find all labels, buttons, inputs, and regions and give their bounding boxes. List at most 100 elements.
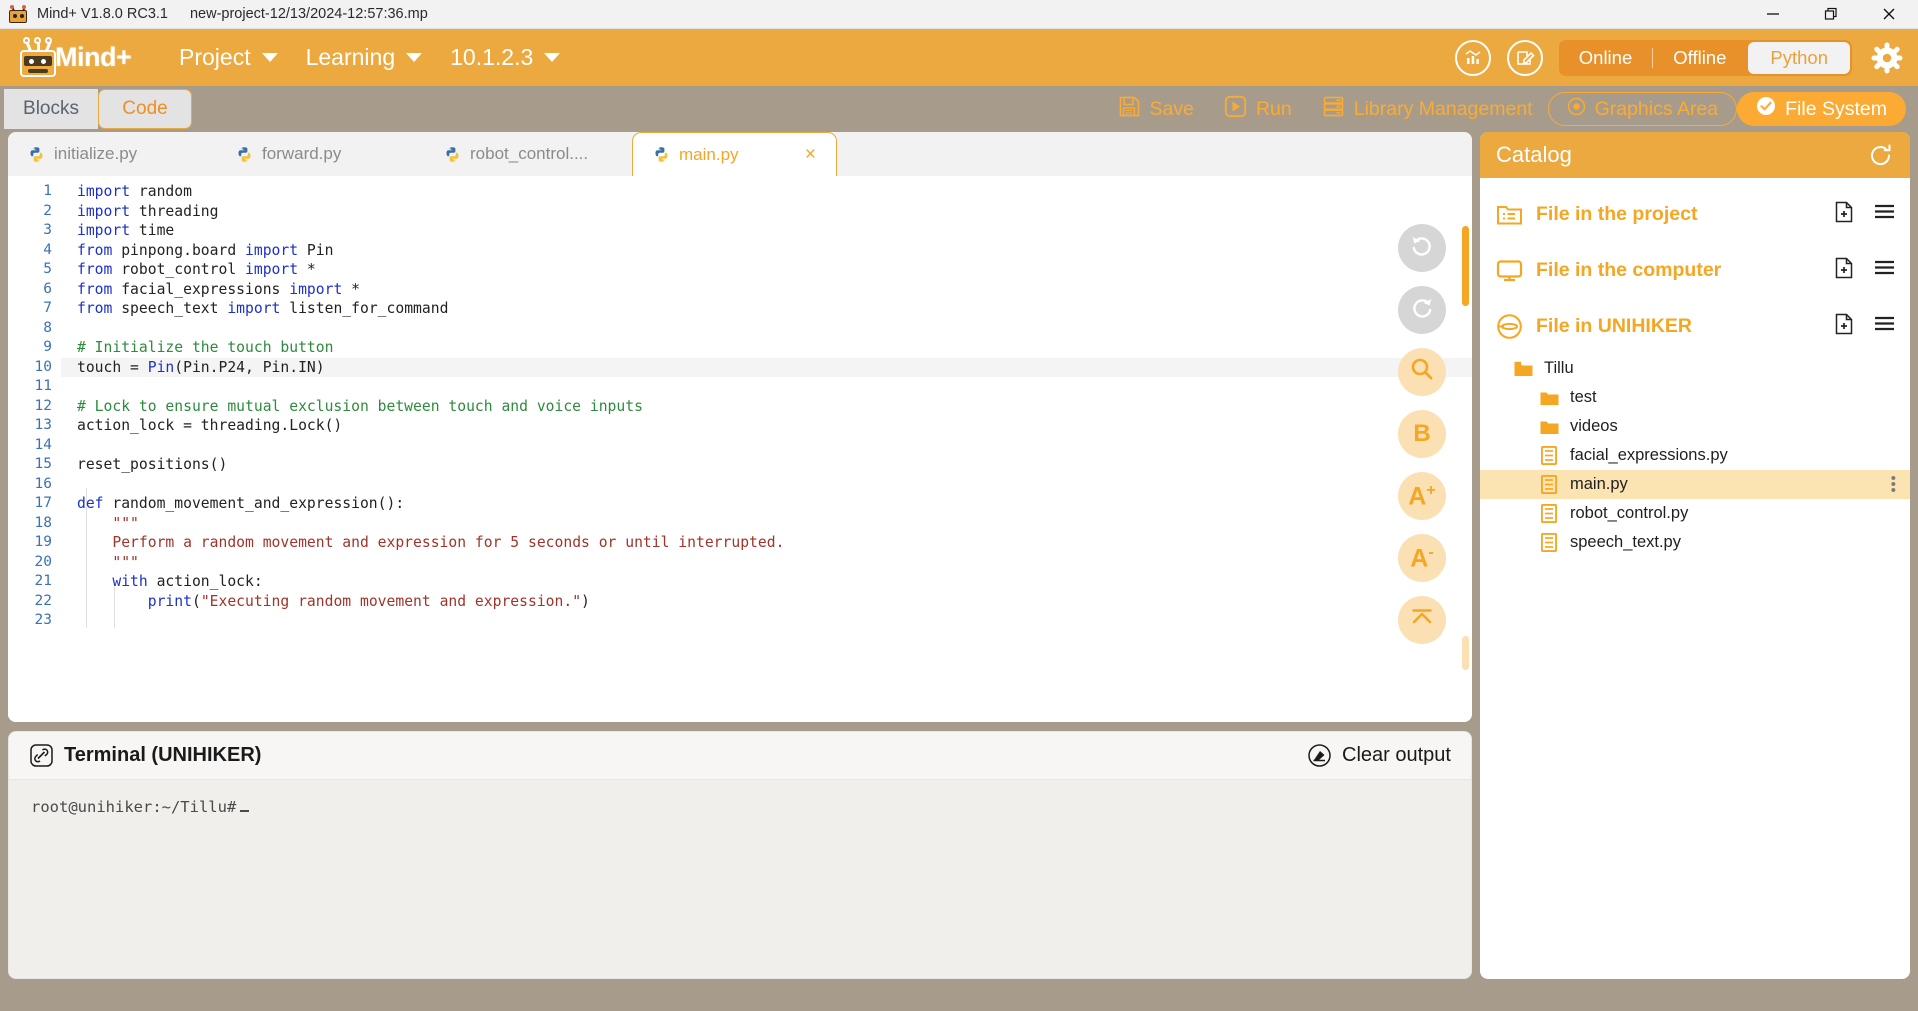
restore-button[interactable] — [1802, 0, 1860, 29]
line-number: 12 — [34, 397, 52, 414]
close-button[interactable] — [1860, 0, 1918, 29]
connection-mode-group: Online Offline Python — [1558, 39, 1852, 76]
code-line[interactable]: touch = Pin(Pin.P24, Pin.IN) — [61, 357, 1472, 377]
code-line[interactable]: from facial_expressions import * — [61, 280, 1472, 300]
catalog-group-file-in-the-computer[interactable]: File in the computer — [1480, 242, 1910, 298]
search-button[interactable] — [1398, 348, 1446, 396]
terminal-header: Terminal (UNIHIKER) Clear output — [9, 732, 1471, 780]
new-file-icon[interactable] — [1833, 313, 1855, 340]
app-title: Mind+ V1.8.0 RC3.1 — [37, 6, 168, 22]
graphics-area-label: Graphics Area — [1594, 97, 1719, 120]
tab-blocks[interactable]: Blocks — [4, 89, 98, 129]
new-file-icon[interactable] — [1833, 201, 1855, 228]
menu-project-label: Project — [179, 44, 251, 70]
file-tab-initialize-py[interactable]: initialize.py — [8, 132, 216, 176]
editor-vertical-scrollbar[interactable] — [1462, 224, 1469, 722]
offline-mode-button[interactable]: Offline — [1653, 40, 1746, 76]
code-scroll-area[interactable]: 1 2 3 4 5 6 7 8 9 10 11 12 13 14 15 16 17 18 19 20 21 22 23 im… — [8, 176, 1472, 722]
scrollbar-thumb[interactable] — [1462, 226, 1469, 306]
tree-item-label: Tillu — [1544, 359, 1574, 377]
code-line[interactable] — [61, 611, 1472, 631]
undo-button[interactable] — [1398, 224, 1446, 272]
code-line[interactable]: import threading — [61, 202, 1472, 222]
file-tab-forward-py[interactable]: forward.py — [216, 132, 424, 176]
minimize-button[interactable] — [1744, 0, 1802, 29]
code-line[interactable] — [61, 319, 1472, 339]
run-button[interactable]: Run — [1209, 95, 1307, 124]
language-selector[interactable]: Python — [1748, 41, 1850, 74]
collapse-button[interactable] — [1398, 596, 1446, 644]
code-text[interactable]: import random import threading import time… — [61, 176, 1472, 722]
refresh-icon[interactable] — [1867, 142, 1894, 169]
menu-project[interactable]: Project — [165, 38, 292, 77]
code-line[interactable]: import random — [61, 182, 1472, 202]
tree-item-label: speech_text.py — [1570, 533, 1681, 551]
code-line[interactable]: from speech_text import listen_for_comma… — [61, 299, 1472, 319]
tab-code[interactable]: Code — [98, 89, 192, 129]
catalog-group-label: File in the project — [1536, 202, 1698, 225]
tree-file-row[interactable]: speech_text.py — [1480, 528, 1910, 557]
terminal-cursor — [240, 810, 250, 812]
redo-button[interactable] — [1398, 286, 1446, 334]
code-line[interactable] — [61, 436, 1472, 456]
code-line[interactable]: print("Executing random movement and exp… — [61, 592, 1472, 612]
file-icon — [1538, 533, 1560, 552]
clear-output-button[interactable]: Clear output — [1307, 743, 1451, 768]
code-line[interactable]: import time — [61, 221, 1472, 241]
tree-item-label: robot_control.py — [1570, 504, 1689, 522]
catalog-group-file-in-unihiker[interactable]: File in UNIHIKER — [1480, 298, 1910, 354]
file-tab-main-py[interactable]: main.py × — [632, 132, 837, 176]
more-options-icon[interactable]: • • • — [1891, 471, 1896, 498]
code-line[interactable]: """ — [61, 553, 1472, 573]
menu-learning[interactable]: Learning — [292, 38, 437, 77]
bold-button[interactable]: B — [1398, 410, 1446, 458]
menu-hamburger-icon[interactable] — [1873, 200, 1896, 228]
tree-file-row[interactable]: facial_expressions.py — [1480, 441, 1910, 470]
tree-file-row[interactable]: main.py • • • — [1480, 470, 1910, 499]
font-increase-button[interactable]: A+ — [1398, 472, 1446, 520]
file-tab-label: robot_control.... — [470, 144, 589, 163]
save-button[interactable]: Save — [1103, 95, 1209, 124]
line-number: 14 — [34, 436, 52, 453]
code-line[interactable]: Perform a random movement and expression… — [61, 533, 1472, 553]
library-management-button[interactable]: Library Management — [1307, 95, 1548, 124]
tree-folder-row[interactable]: Tillu — [1480, 354, 1910, 383]
code-line[interactable]: """ — [61, 514, 1472, 534]
line-number: 15 — [34, 456, 52, 472]
close-tab-icon[interactable]: × — [779, 144, 816, 166]
file-tab-robot-control----[interactable]: robot_control.... — [424, 132, 632, 176]
code-line[interactable]: # Initialize the touch button — [61, 338, 1472, 358]
font-decrease-button[interactable]: A- — [1398, 534, 1446, 582]
tree-folder-row[interactable]: test — [1480, 383, 1910, 412]
terminal-output[interactable]: root@unihiker:~/Tillu# — [9, 780, 1471, 978]
code-line[interactable]: reset_positions() — [61, 455, 1472, 475]
undo-icon — [1409, 232, 1435, 265]
line-number: 8 — [43, 319, 52, 336]
menu-hamburger-icon[interactable] — [1873, 312, 1896, 340]
chevron-up-icon — [1409, 604, 1435, 637]
code-line[interactable]: with action_lock: — [61, 572, 1472, 592]
code-line[interactable]: from pinpong.board import Pin — [61, 241, 1472, 261]
gear-icon[interactable] — [1870, 41, 1904, 75]
code-line[interactable] — [61, 475, 1472, 495]
line-number: 7 — [43, 300, 52, 316]
code-line[interactable]: # Lock to ensure mutual exclusion betwee… — [61, 397, 1472, 417]
code-line[interactable] — [61, 377, 1472, 397]
file-system-button[interactable]: File System — [1737, 92, 1906, 126]
new-file-icon[interactable] — [1833, 257, 1855, 284]
code-line[interactable]: def random_movement_and_expression(): — [61, 494, 1472, 514]
tree-folder-row[interactable]: videos — [1480, 412, 1910, 441]
brand-logo[interactable]: Mind+ — [15, 36, 155, 79]
line-number: 22 — [34, 592, 52, 609]
tree-file-row[interactable]: robot_control.py — [1480, 499, 1910, 528]
code-line[interactable]: action_lock = threading.Lock() — [61, 416, 1472, 436]
graphics-area-button[interactable]: Graphics Area — [1547, 92, 1738, 126]
edit-note-icon[interactable] — [1506, 39, 1543, 76]
menu-hamburger-icon[interactable] — [1873, 256, 1896, 284]
online-mode-button[interactable]: Online — [1559, 40, 1652, 76]
redo-icon — [1409, 294, 1435, 327]
catalog-group-file-in-the-project[interactable]: File in the project — [1480, 186, 1910, 242]
menu-version[interactable]: 10.1.2.3 — [436, 38, 574, 77]
data-chart-icon[interactable] — [1454, 39, 1491, 76]
code-line[interactable]: from robot_control import * — [61, 260, 1472, 280]
